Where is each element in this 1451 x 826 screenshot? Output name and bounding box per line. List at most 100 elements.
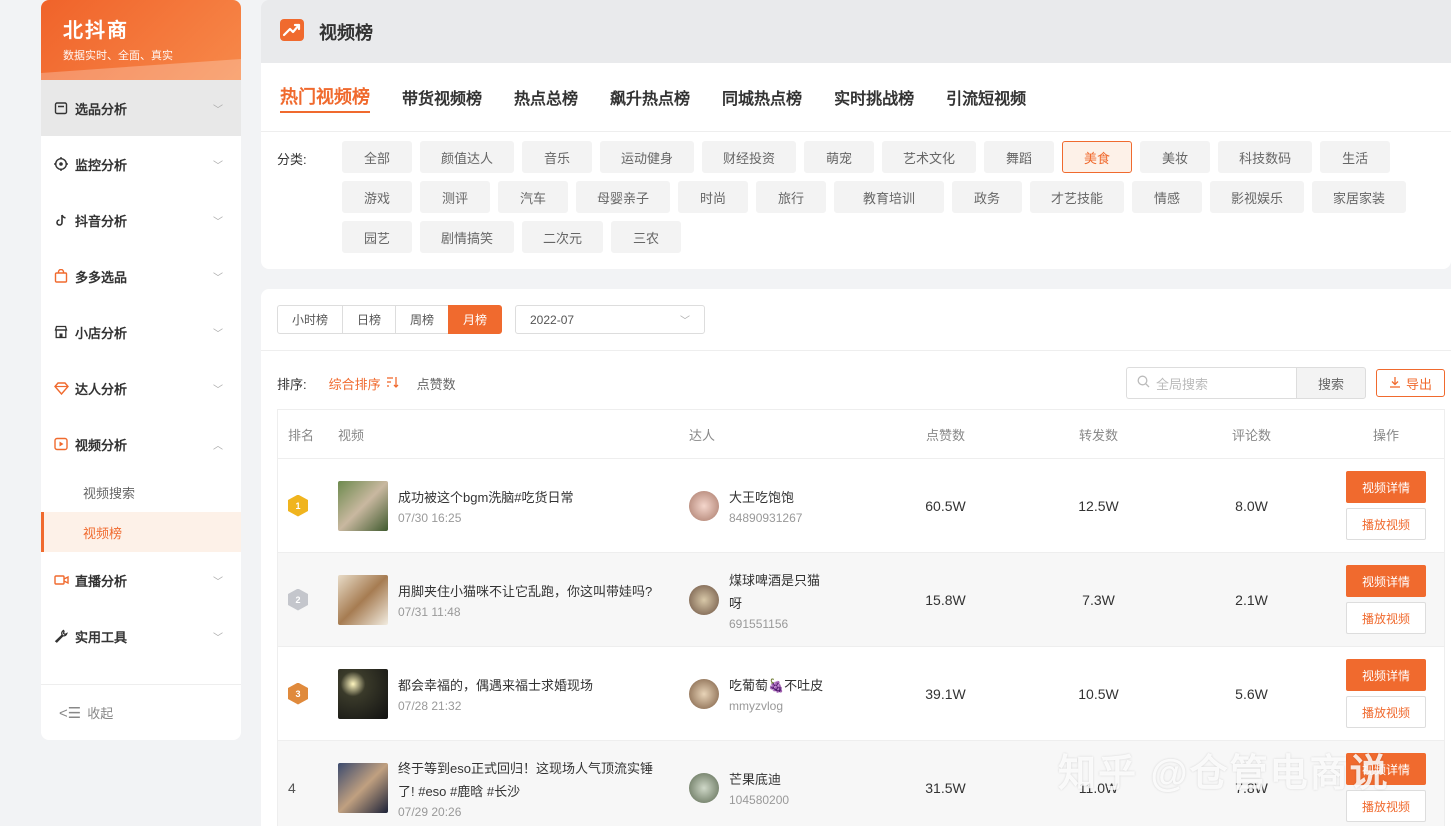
sidebar-subitem-video-rank[interactable]: 视频榜 (41, 512, 241, 552)
tab-hot-total[interactable]: 热点总榜 (514, 85, 578, 131)
category-chip[interactable]: 二次元 (522, 221, 604, 253)
page-header: 视频榜 (261, 0, 1451, 63)
tab-traffic-videos[interactable]: 引流短视频 (946, 85, 1026, 131)
video-title[interactable]: 终于等到eso正式回归！这现场人气顶流实锤了! #eso #鹿晗 #长沙 (398, 757, 663, 803)
brand-name: 北抖商 (63, 20, 129, 42)
video-detail-button[interactable]: 视频详情 (1346, 565, 1426, 597)
category-chip[interactable]: 三农 (611, 221, 682, 253)
avatar[interactable] (689, 490, 719, 521)
sidebar-collapse-button[interactable]: <☰ 收起 (41, 684, 241, 740)
video-cell[interactable]: 成功被这个bgm洗脑#吃货日常 07/30 16:25 (338, 480, 689, 531)
sidebar-item-video-analysis[interactable]: 视频分析 ︿ (41, 416, 241, 472)
period-monthly[interactable]: 月榜 (448, 305, 503, 334)
brand-logo[interactable]: 北抖商 数据实时、全面、真实 (41, 0, 241, 80)
sidebar-item-live-analysis[interactable]: 直播分析 ﹀ (41, 552, 241, 608)
category-chip[interactable]: 艺术文化 (882, 141, 977, 173)
sidebar-item-pdd-selection[interactable]: 多多选品 ﹀ (41, 248, 241, 304)
sidebar-item-shop-analysis[interactable]: 小店分析 ﹀ (41, 304, 241, 360)
th-likes: 点赞数 (925, 427, 965, 443)
sidebar-item-product-analysis[interactable]: 选品分析 ﹀ (41, 80, 241, 136)
category-chip[interactable]: 游戏 (342, 181, 412, 213)
category-chip[interactable]: 颜值达人 (420, 141, 515, 173)
sidebar-item-douyin-analysis[interactable]: 抖音分析 ﹀ (41, 192, 241, 248)
video-detail-button[interactable]: 视频详情 (1346, 471, 1426, 503)
category-chip[interactable]: 时尚 (678, 181, 749, 213)
avatar[interactable] (689, 772, 719, 803)
actions-cell: 视频详情 播放视频 (1328, 565, 1444, 634)
tab-selling-videos[interactable]: 带货视频榜 (402, 85, 482, 131)
author-cell[interactable]: 芒果底迪 104580200 (689, 768, 869, 807)
author-cell[interactable]: 煤球啤酒是只猫呀 691551156 (689, 569, 869, 631)
th-video: 视频 (338, 427, 365, 443)
category-chip[interactable]: 影视娱乐 (1210, 181, 1305, 213)
search-button[interactable]: 搜索 (1296, 367, 1366, 399)
video-thumbnail[interactable] (338, 668, 388, 719)
video-cell[interactable]: 终于等到eso正式回归！这现场人气顶流实锤了! #eso #鹿晗 #长沙 07/2… (338, 757, 689, 819)
category-chip[interactable]: 萌宠 (804, 141, 875, 173)
category-chip[interactable]: 教育培训 (834, 181, 945, 213)
period-daily[interactable]: 日榜 (342, 305, 397, 334)
category-chip[interactable]: 美食 (1062, 141, 1133, 173)
sidebar-item-label: 实用工具 (75, 629, 128, 645)
tab-rising-hot[interactable]: 飙升热点榜 (610, 85, 690, 131)
author-name[interactable]: 煤球啤酒是只猫呀 (729, 569, 824, 615)
rank-medal-icon: 3 (288, 682, 308, 705)
category-chip[interactable]: 运动健身 (600, 141, 695, 173)
period-hourly[interactable]: 小时榜 (277, 305, 344, 334)
collapse-label: 收起 (87, 706, 114, 721)
tab-local-hot[interactable]: 同城热点榜 (722, 85, 802, 131)
video-title[interactable]: 成功被这个bgm洗脑#吃货日常 (398, 486, 663, 509)
avatar[interactable] (689, 584, 719, 615)
sort-likes[interactable]: 点赞数 (417, 374, 456, 393)
month-select[interactable]: 2022-07 ﹀ (515, 305, 705, 334)
category-chip[interactable]: 财经投资 (702, 141, 797, 173)
category-chip[interactable]: 园艺 (342, 221, 412, 253)
video-title[interactable]: 用脚夹住小猫咪不让它乱跑，你这叫带娃吗? (398, 580, 663, 603)
sidebar-item-monitor-analysis[interactable]: 监控分析 ﹀ (41, 136, 241, 192)
category-chip[interactable]: 才艺技能 (1030, 181, 1125, 213)
author-name[interactable]: 吃葡萄🍇不吐皮 (729, 674, 824, 697)
tab-hot-videos[interactable]: 热门视频榜 (280, 83, 370, 131)
category-chip[interactable]: 情感 (1132, 181, 1203, 213)
rank-medal-icon: 2 (288, 588, 308, 611)
video-thumbnail[interactable] (338, 762, 388, 813)
category-chip[interactable]: 剧情搞笑 (420, 221, 515, 253)
sidebar-item-influencer-analysis[interactable]: 达人分析 ﹀ (41, 360, 241, 416)
category-chip[interactable]: 母婴亲子 (576, 181, 671, 213)
export-button[interactable]: 导出 (1376, 369, 1445, 397)
category-chip[interactable]: 汽车 (498, 181, 568, 213)
category-chip[interactable]: 美妆 (1140, 141, 1211, 173)
play-video-button[interactable]: 播放视频 (1346, 508, 1426, 540)
period-weekly[interactable]: 周榜 (395, 305, 450, 334)
category-chip[interactable]: 音乐 (522, 141, 593, 173)
sidebar-subitem-video-search[interactable]: 视频搜索 (41, 472, 241, 512)
category-chip[interactable]: 全部 (342, 141, 412, 173)
sidebar-item-tools[interactable]: 实用工具 ﹀ (41, 608, 241, 664)
store-icon (53, 324, 69, 340)
category-chip[interactable]: 测评 (420, 181, 490, 213)
video-cell[interactable]: 用脚夹住小猫咪不让它乱跑，你这叫带娃吗? 07/31 11:48 (338, 574, 689, 625)
author-id: 104580200 (729, 793, 790, 807)
video-thumbnail[interactable] (338, 480, 388, 531)
tab-live-challenge[interactable]: 实时挑战榜 (834, 85, 914, 131)
category-chip[interactable]: 政务 (952, 181, 1023, 213)
category-chip[interactable]: 科技数码 (1218, 141, 1313, 173)
category-chip[interactable]: 家居家装 (1312, 181, 1407, 213)
author-cell[interactable]: 大王吃饱饱 84890931267 (689, 486, 869, 525)
author-name[interactable]: 大王吃饱饱 (729, 486, 824, 509)
category-chip[interactable]: 生活 (1320, 141, 1391, 173)
search-input[interactable]: 全局搜索 (1126, 367, 1297, 399)
play-video-button[interactable]: 播放视频 (1346, 696, 1426, 728)
video-cell[interactable]: 都会幸福的，偶遇来福士求婚现场 07/28 21:32 (338, 668, 689, 719)
video-title[interactable]: 都会幸福的，偶遇来福士求婚现场 (398, 674, 663, 697)
category-chip[interactable]: 舞蹈 (984, 141, 1055, 173)
author-cell[interactable]: 吃葡萄🍇不吐皮 mmyzvlog (689, 674, 869, 713)
sort-composite[interactable]: 综合排序 (329, 374, 399, 393)
author-name[interactable]: 芒果底迪 (729, 768, 824, 791)
video-thumbnail[interactable] (338, 574, 388, 625)
sidebar-item-label: 抖音分析 (75, 213, 128, 229)
category-chip[interactable]: 旅行 (756, 181, 827, 213)
play-video-button[interactable]: 播放视频 (1346, 602, 1426, 634)
avatar[interactable] (689, 678, 719, 709)
video-detail-button[interactable]: 视频详情 (1346, 659, 1426, 691)
